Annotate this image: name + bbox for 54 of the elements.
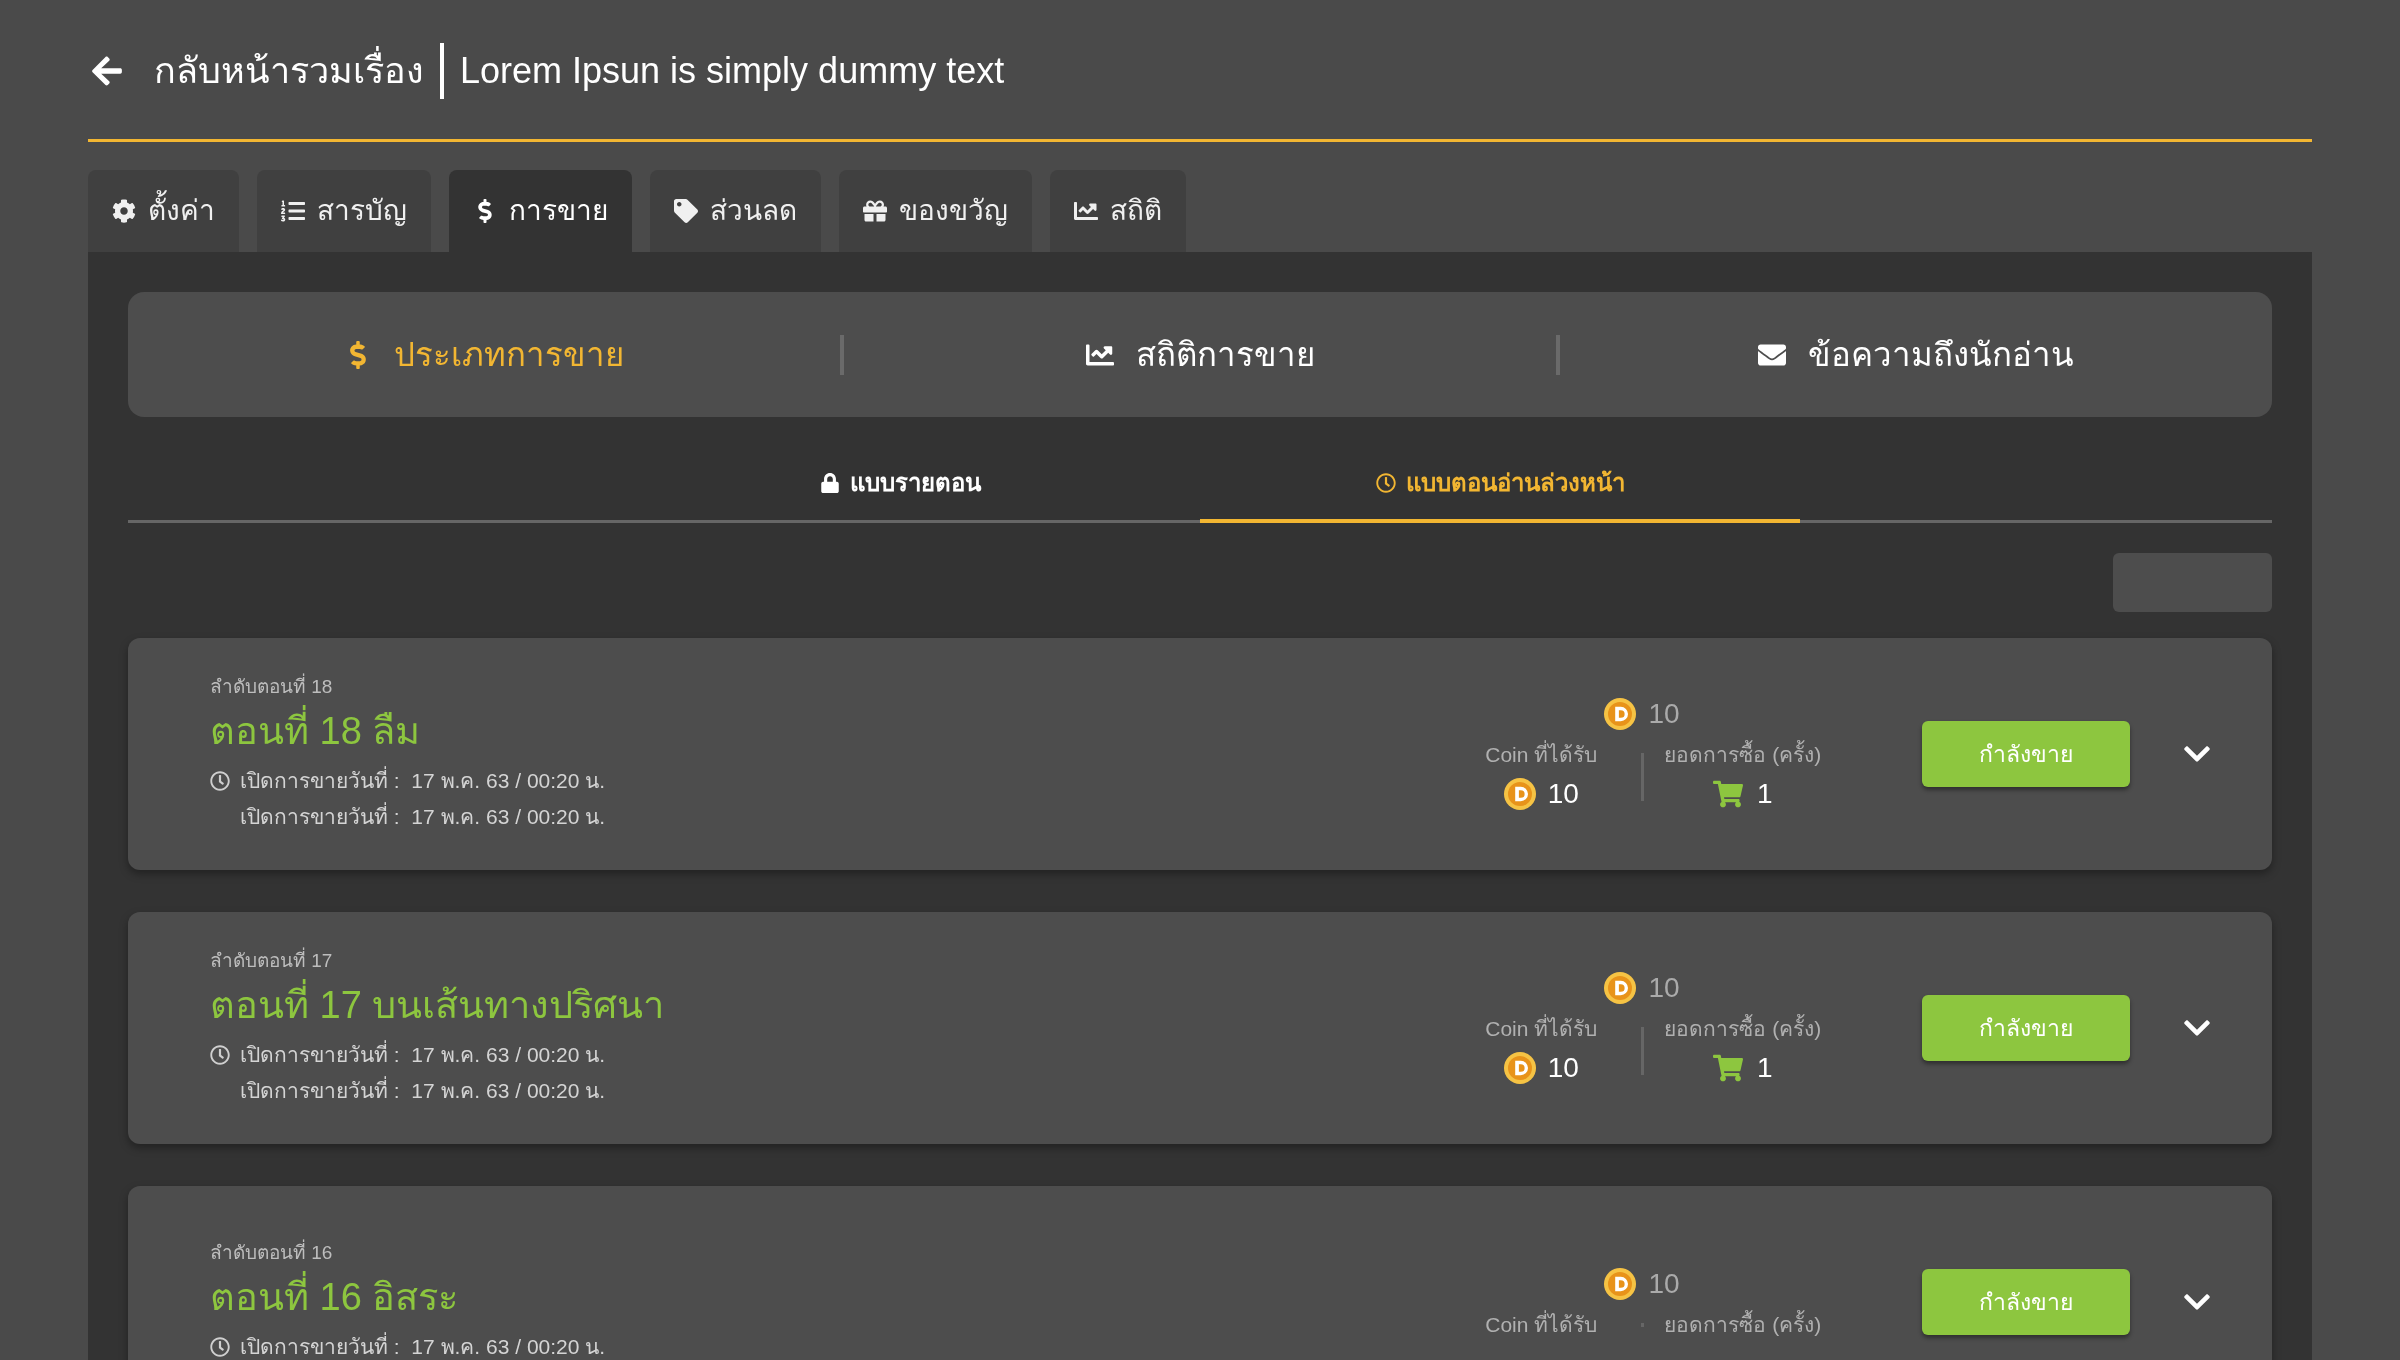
sub-tab[interactable]: แบบรายตอน (600, 447, 1200, 523)
purchase-value: 1 (1756, 776, 1773, 811)
sale-date: เปิดการขายวันที่ : 17 พ.ค. 63 / 00:20 น. (240, 1039, 606, 1071)
clock-icon (210, 1337, 230, 1357)
purchase-label: ยอดการซื้อ (ครั้ง) (1664, 1013, 1822, 1045)
story-title: Lorem Ipsun is simply dummy text (460, 48, 1005, 93)
price-text: 10 (1648, 971, 1680, 1006)
nav-tab[interactable]: ส่วนลด (650, 170, 821, 252)
sale-date: เปิดการขายวันที่ : 17 พ.ค. 63 / 00:20 น. (240, 1331, 606, 1360)
episode-order: ลำดับตอนที่ 18 (210, 673, 1442, 702)
price-text: 10 (1648, 1267, 1680, 1302)
coin-label: Coin ที่ได้รับ (1485, 739, 1598, 771)
gift-icon (863, 199, 887, 223)
gear-icon (112, 199, 136, 223)
coin-label: Coin ที่ได้รับ (1485, 1309, 1598, 1341)
coin-icon (1503, 777, 1536, 810)
coin-label: Coin ที่ได้รับ (1485, 1013, 1598, 1045)
episode-title: ตอนที่ 18 ลืม (210, 707, 1442, 755)
coin-icon (1604, 972, 1637, 1005)
back-link[interactable]: กลับหน้ารวมเรื่อง (154, 43, 424, 98)
episode-order: ลำดับตอนที่ 16 (210, 1239, 1442, 1268)
nav-tab[interactable]: สารบัญ (257, 170, 431, 252)
purchase-value: 1 (1756, 1050, 1773, 1085)
clock-icon (210, 771, 230, 791)
section-tab[interactable]: ประเภทการขาย (344, 329, 624, 380)
coin-value: 10 (1547, 776, 1579, 811)
clock-icon (210, 1045, 230, 1065)
sale-date: เปิดการขายวันที่ : 17 พ.ค. 63 / 00:20 น. (240, 1075, 606, 1107)
lock-icon (819, 473, 840, 493)
purchase-label: ยอดการซื้อ (ครั้ง) (1664, 739, 1822, 771)
episode-title: ตอนที่ 16 อิสระ (210, 1273, 1442, 1321)
nav-tab[interactable]: ตั้งค่า (88, 170, 239, 252)
price-text: 10 (1648, 697, 1680, 732)
cart-icon (1712, 1052, 1743, 1083)
nav-tab[interactable]: การขาย (449, 170, 632, 252)
coin-icon (1604, 698, 1637, 731)
episode-title: ตอนที่ 17 บนเส้นทางปริศนา (210, 981, 1442, 1029)
coin-icon (1604, 1268, 1637, 1301)
section-tab[interactable]: สถิติการขาย (1085, 329, 1315, 380)
purchase-label: ยอดการซื้อ (ครั้ง) (1664, 1309, 1822, 1341)
coin-icon (1503, 1051, 1536, 1084)
list-icon (281, 199, 305, 223)
cart-icon (1712, 778, 1743, 809)
sale-date: เปิดการขายวันที่ : 17 พ.ค. 63 / 00:20 น. (240, 801, 606, 833)
sub-tab[interactable]: แบบตอนอ่านล่วงหน้า (1200, 447, 1800, 523)
section-tab[interactable]: ข้อความถึงนักอ่าน (1758, 329, 2074, 380)
chart-icon (1074, 199, 1098, 223)
clock-icon (1375, 473, 1396, 493)
sale-date: เปิดการขายวันที่ : 17 พ.ค. 63 / 00:20 น. (240, 765, 606, 797)
tag-icon (674, 199, 698, 223)
nav-tab[interactable]: สถิติ (1050, 170, 1186, 252)
nav-tab[interactable]: ของขวัญ (839, 170, 1032, 252)
episode-order: ลำดับตอนที่ 17 (210, 947, 1442, 976)
coin-value: 10 (1547, 1050, 1579, 1085)
